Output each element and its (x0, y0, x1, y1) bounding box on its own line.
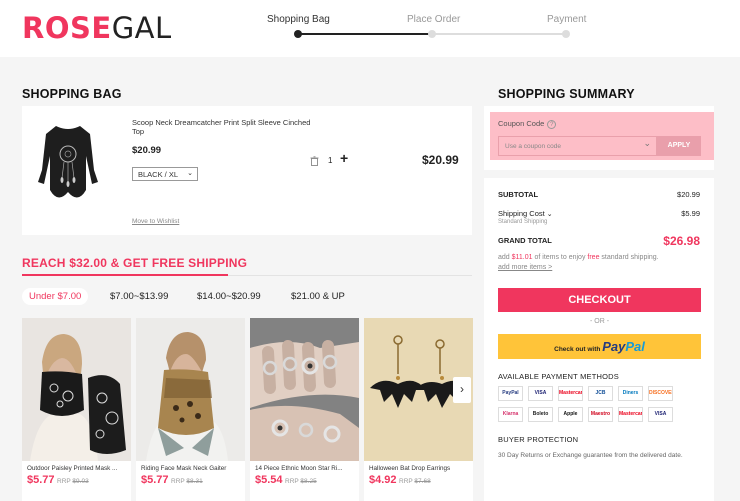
recommended-product[interactable]: Outdoor Paisley Printed Mask ... $5.77 R… (22, 318, 131, 501)
price-tab-14-20[interactable]: $14.00~$20.99 (197, 291, 261, 302)
step-dot-3 (562, 30, 570, 38)
trash-icon[interactable] (310, 156, 319, 168)
free-shipping-note: add $11.01 of items to enjoy free standa… (498, 254, 659, 271)
product-price: $4.92 (369, 474, 397, 486)
add-more-items-link[interactable]: add more items > (498, 264, 552, 271)
product-rrp: RRP $7.68 (399, 478, 431, 485)
title-underline (22, 274, 228, 276)
product-name[interactable]: Scoop Neck Dreamcatcher Print Split Slee… (132, 118, 312, 136)
jcb-icon: JCB (588, 386, 613, 401)
site-header: ROSEGAL Shopping Bag Place Order Payment (0, 0, 740, 57)
product-name[interactable]: Outdoor Paisley Printed Mask ... (27, 465, 127, 472)
product-name[interactable]: Halloween Bat Drop Earrings (369, 465, 469, 472)
product-name[interactable]: 14 Piece Ethnic Moon Star Ri... (255, 465, 355, 472)
maestro-icon: Maestro (588, 407, 613, 422)
step-dot-1 (294, 30, 302, 38)
checkout-steps: Shopping Bag Place Order Payment (260, 0, 600, 57)
product-image[interactable] (136, 318, 245, 461)
paypal-checkout-button[interactable]: Check out with PayPal (498, 334, 701, 359)
boleto-icon: Boleto (528, 407, 553, 422)
step-dot-2 (428, 30, 436, 38)
logo-gal: GAL (111, 11, 172, 45)
klarna-icon: Klarna (498, 407, 523, 422)
grand-total-label: GRAND TOTAL (498, 236, 552, 245)
price-tab-under-7[interactable]: Under $7.00 (22, 288, 89, 305)
grand-total-value: $26.98 (663, 234, 700, 248)
paypal-logo-pay: Pay (602, 339, 626, 354)
product-price: $5.77 (141, 474, 169, 486)
coupon-placeholder: Use a coupon code (505, 143, 562, 150)
discover-icon: DISCOVER (648, 386, 673, 401)
move-to-wishlist-link[interactable]: Move to Wishlist (132, 218, 179, 225)
recommended-product[interactable]: 14 Piece Ethnic Moon Star Ri... $5.54 RR… (250, 318, 359, 501)
visa-icon: VISA (648, 407, 673, 422)
free-shipping-title: REACH $32.00 & GET FREE SHIPPING (22, 256, 248, 270)
rosegal-logo[interactable]: ROSEGAL (22, 11, 172, 45)
plus-icon[interactable]: + (340, 150, 348, 166)
product-price: $20.99 (132, 145, 162, 156)
product-image[interactable] (38, 120, 98, 210)
subtotal-value: $20.99 (677, 190, 700, 199)
step-place-order: Place Order (407, 14, 461, 25)
buyer-protection-title: BUYER PROTECTION (498, 435, 579, 444)
quantity-value[interactable]: 1 (328, 156, 332, 165)
shipping-method: Standard Shipping (498, 219, 548, 225)
step-progress-line (298, 33, 433, 35)
coupon-label: Coupon Code? (498, 119, 557, 129)
variant-select[interactable]: BLACK / XL ⌄ (132, 167, 198, 181)
step-remaining-line (433, 33, 568, 35)
paypal-logo-pal: Pal (625, 339, 645, 354)
shopping-bag-title: SHOPPING BAG (22, 87, 122, 101)
chevron-down-icon[interactable]: ⌄ (643, 139, 651, 148)
diners-club-icon: Diners Club (618, 386, 643, 401)
product-name[interactable]: Riding Face Mask Neck Gaiter (141, 465, 241, 472)
variant-label: BLACK / XL (138, 170, 179, 179)
item-total: $20.99 (422, 153, 459, 167)
apply-button[interactable]: APPLY (657, 136, 701, 156)
mastercard-icon: Mastercard (558, 386, 583, 401)
recommended-product[interactable]: Riding Face Mask Neck Gaiter $5.77 RRP $… (136, 318, 245, 501)
shipping-cost-label[interactable]: Shipping Cost ⌄ (498, 209, 553, 218)
checkout-button[interactable]: CHECKOUT (498, 288, 701, 312)
coupon-input[interactable]: Use a coupon code ⌄ (498, 136, 657, 156)
price-tab-7-13[interactable]: $7.00~$13.99 (110, 291, 168, 302)
step-payment: Payment (547, 14, 587, 25)
mastercard-icon: Mastercard (618, 407, 643, 422)
product-image[interactable] (22, 318, 131, 461)
product-rrp: RRP $9.03 (57, 478, 89, 485)
price-tab-21-up[interactable]: $21.00 & UP (291, 291, 345, 302)
product-price: $5.77 (27, 474, 55, 486)
step-shopping-bag: Shopping Bag (267, 14, 330, 25)
payment-methods-title: AVAILABLE PAYMENT METHODS (498, 372, 620, 381)
paypal-prefix: Check out with (554, 346, 601, 353)
cart-item-card: Scoop Neck Dreamcatcher Print Split Slee… (22, 106, 472, 235)
buyer-protection-text: 30 Day Returns or Exchange guarantee fro… (498, 452, 683, 459)
logo-rose: ROSE (22, 11, 112, 45)
chevron-right-icon[interactable]: › (453, 377, 471, 403)
visa-icon: VISA (528, 386, 553, 401)
product-rrp: RRP $8.31 (171, 478, 203, 485)
coupon-section: Coupon Code? Use a coupon code ⌄ APPLY (490, 112, 714, 160)
apple-pay-icon: Apple Pay (558, 407, 583, 422)
chevron-down-icon: ⌄ (546, 211, 553, 218)
recommended-product[interactable]: Halloween Bat Drop Earrings $4.92 RRP $7… (364, 318, 473, 501)
product-image[interactable] (250, 318, 359, 461)
shipping-cost-value: $5.99 (681, 209, 700, 218)
or-divider: - OR - (589, 318, 610, 325)
help-icon[interactable]: ? (547, 120, 557, 129)
subtotal-label: SUBTOTAL (498, 190, 539, 199)
shopping-summary-title: SHOPPING SUMMARY (498, 87, 635, 101)
chevron-down-icon: ⌄ (187, 170, 193, 177)
product-price: $5.54 (255, 474, 283, 486)
paypal-icon: PayPal (498, 386, 523, 401)
product-rrp: RRP $8.25 (285, 478, 317, 485)
